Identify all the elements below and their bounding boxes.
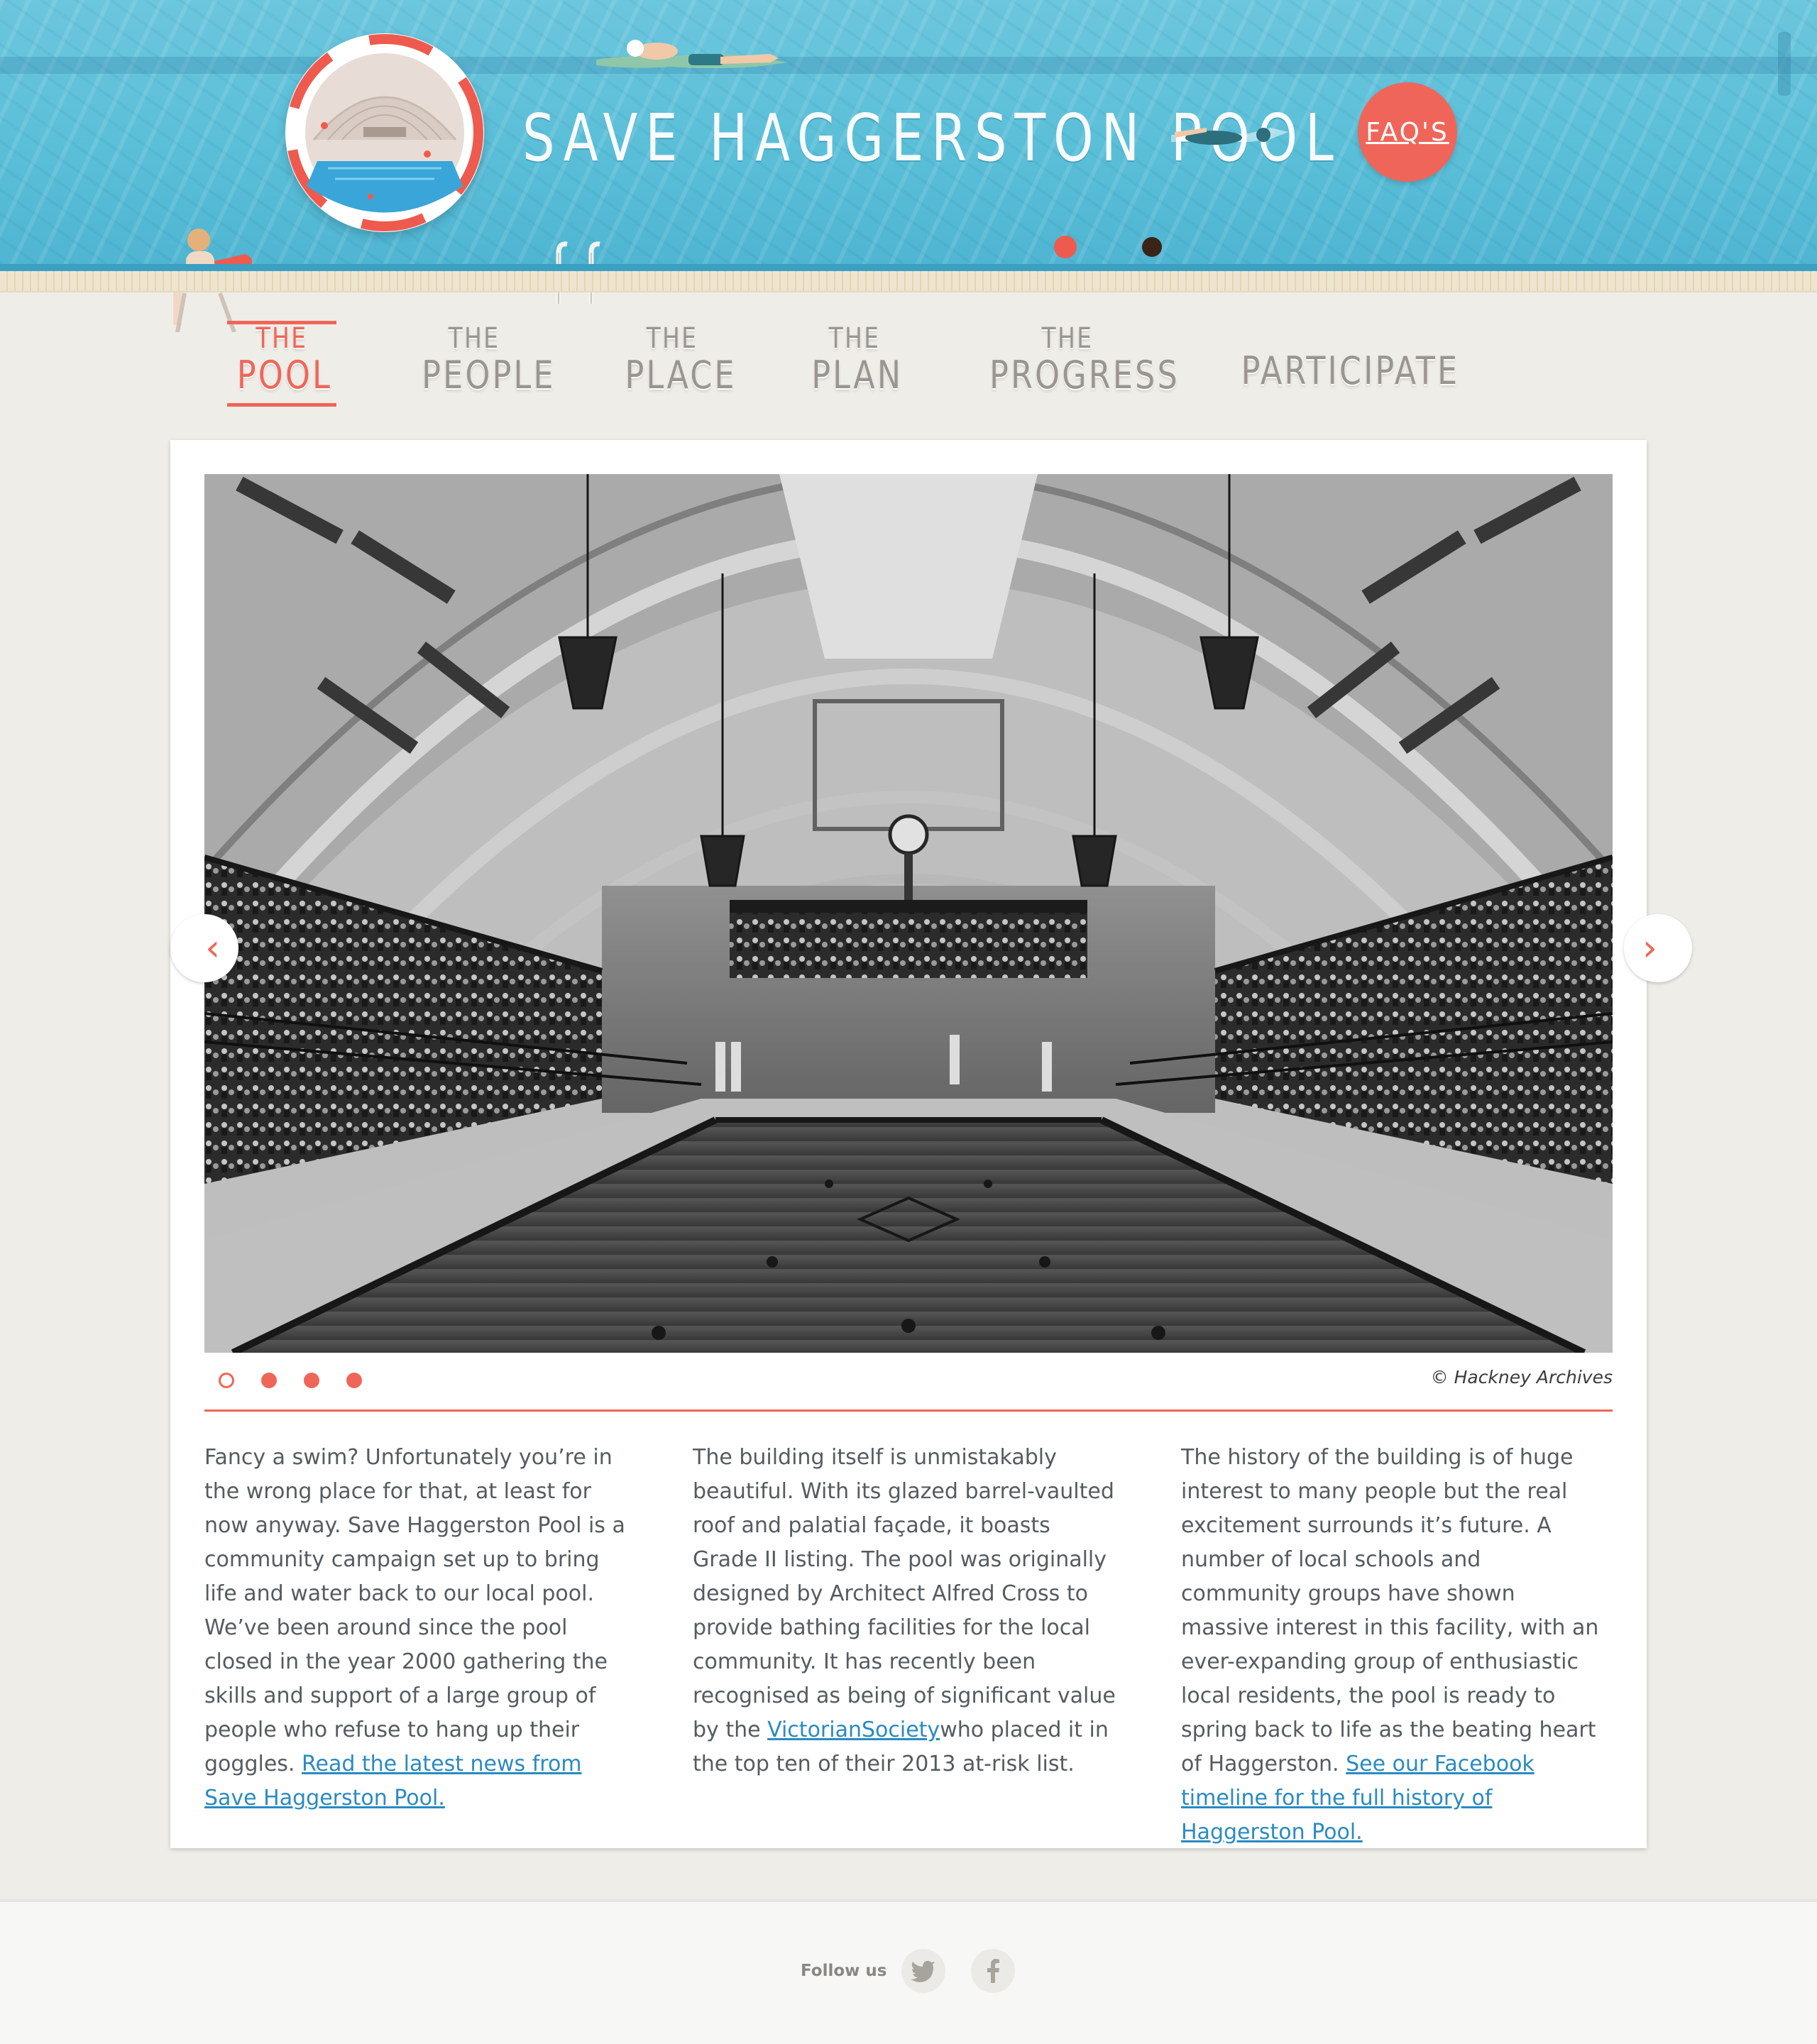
nav-item-small-label: THE — [1041, 322, 1094, 355]
slide-dot-1[interactable] — [219, 1373, 234, 1388]
nav-item-small-label: THE — [448, 322, 500, 355]
prev-slide-button[interactable]: ‹ — [170, 914, 238, 982]
next-slide-button[interactable]: › — [1624, 914, 1692, 982]
slide-dot-2[interactable] — [261, 1373, 277, 1388]
intro-column-2: The building itself is unmistakably beau… — [693, 1441, 1119, 1781]
pool-edge — [0, 264, 1817, 271]
column-text: The history of the building is of huge i… — [1181, 1445, 1599, 1776]
nav-item-the-progress[interactable]: THE PROGRESS — [972, 322, 1180, 397]
swimmer-illustration — [596, 40, 788, 68]
site-footer: Follow us — [0, 1899, 1817, 2044]
chevron-left-icon: ‹ — [205, 927, 220, 969]
nav-item-participate[interactable]: PARTICIPATE — [1221, 348, 1460, 393]
nav-item-the-plan[interactable]: THE PLAN — [802, 323, 907, 397]
victorian-society-link[interactable]: VictorianSociety — [767, 1718, 940, 1742]
content-divider — [204, 1410, 1613, 1412]
slide-dot-4[interactable] — [346, 1373, 362, 1388]
nav-item-big-label: PLAN — [811, 353, 904, 397]
site-header: SAVE HAGGERSTON POOL FAQ'S — [0, 0, 1817, 332]
nav-item-the-people[interactable]: THE PEOPLE — [410, 322, 556, 397]
diver-illustration — [1171, 128, 1288, 145]
facebook-icon — [987, 1959, 999, 1983]
intro-column-1: Fancy a swim? Unfortunately you’re in th… — [204, 1441, 630, 1815]
nav-item-big-label: PLACE — [625, 353, 737, 397]
nav-item-big-label: PARTICIPATE — [1241, 348, 1460, 393]
content-card: ‹ › © Hackney Archives Fancy a swim? Unf… — [170, 440, 1692, 1850]
follow-us-label: Follow us — [801, 1962, 887, 1980]
twitter-icon — [911, 1960, 935, 1982]
column-text: Fancy a swim? Unfortunately you’re in th… — [204, 1445, 625, 1776]
image-credit: © Hackney Archives — [1430, 1367, 1613, 1388]
pool-lane-line — [0, 57, 1817, 74]
nav-item-the-place[interactable]: THE PLACE — [615, 322, 737, 397]
twitter-link[interactable] — [901, 1949, 945, 1993]
nav-item-the-pool[interactable]: THE POOL — [227, 321, 336, 407]
nav-item-small-label: THE — [828, 322, 881, 355]
chevron-right-icon: › — [1642, 927, 1657, 969]
pool-tiles — [0, 271, 1817, 292]
slide-dot-3[interactable] — [304, 1373, 319, 1388]
column-text: The building itself is unmistakably beau… — [693, 1445, 1116, 1742]
slide-image-historic-pool — [204, 474, 1613, 1353]
pool-ladder-marker — [1778, 32, 1791, 96]
intro-column-3: The history of the building is of huge i… — [1181, 1441, 1607, 1850]
facebook-link[interactable] — [971, 1949, 1015, 1993]
nav-item-small-label: THE — [256, 322, 308, 355]
nav-item-big-label: POOL — [236, 353, 333, 397]
main-nav: THE POOL THE PEOPLE THE PLACE THE PLAN T… — [0, 312, 1817, 412]
slideshow: ‹ › — [170, 474, 1692, 1353]
nav-item-small-label: THE — [646, 322, 698, 355]
nav-item-big-label: PEOPLE — [422, 353, 556, 397]
site-logo[interactable] — [285, 33, 484, 232]
nav-item-big-label: PROGRESS — [989, 353, 1180, 397]
faq-button[interactable]: FAQ'S — [1358, 82, 1457, 182]
